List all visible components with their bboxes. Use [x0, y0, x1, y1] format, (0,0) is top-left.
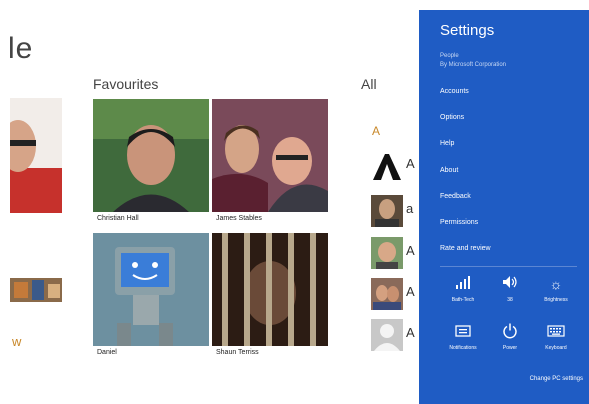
contact-photo	[93, 99, 209, 212]
network-label: Bath-Tech	[451, 297, 475, 303]
contact-list-item[interactable]: A	[371, 237, 421, 271]
contact-list-item[interactable]: A	[371, 319, 421, 353]
favourites-heading[interactable]: Favourites	[93, 76, 158, 92]
volume-label: 38	[507, 297, 513, 303]
app-title: le	[8, 32, 34, 65]
favourite-name: James Stables	[216, 215, 262, 222]
contact-initial: A	[406, 325, 415, 340]
notifications-button[interactable]: Notifications	[439, 323, 487, 357]
network-button[interactable]: Bath-Tech	[439, 275, 487, 309]
volume-button[interactable]: 38	[486, 275, 534, 309]
partial-contact-photo[interactable]	[10, 98, 62, 213]
menu-item-rate-and-review[interactable]: Rate and review	[440, 245, 491, 252]
group-letter[interactable]: w	[12, 334, 21, 349]
contact-photo	[212, 233, 328, 346]
menu-item-about[interactable]: About	[440, 167, 458, 174]
settings-app-info: People By Microsoft Corporation	[440, 52, 506, 70]
settings-charm: Settings People By Microsoft Corporation…	[419, 10, 589, 404]
app-publisher: By Microsoft Corporation	[440, 62, 507, 68]
favourite-name: Daniel	[97, 349, 117, 356]
contact-avatar	[371, 150, 403, 182]
contact-initial: A	[406, 156, 415, 171]
favourite-tile[interactable]: Daniel	[93, 233, 209, 363]
keyboard-label: Keyboard	[545, 345, 567, 351]
contact-initial: A	[406, 284, 415, 299]
power-button[interactable]: Power	[486, 323, 534, 357]
contact-avatar	[371, 278, 403, 310]
partial-contact-strip[interactable]	[10, 278, 62, 302]
notifications-label: Notifications	[449, 345, 477, 351]
power-icon	[486, 323, 534, 341]
notifications-icon	[439, 323, 487, 341]
menu-item-permissions[interactable]: Permissions	[440, 219, 478, 226]
change-pc-settings-link[interactable]: Change PC settings	[530, 376, 583, 382]
favourite-name: Christian Hall	[97, 215, 139, 222]
favourite-tile[interactable]: Christian Hall	[93, 99, 209, 229]
app-name: People	[440, 53, 459, 59]
contact-list-item[interactable]: A	[371, 278, 421, 312]
contact-list-item[interactable]: a	[371, 195, 421, 229]
menu-item-options[interactable]: Options	[440, 114, 464, 121]
menu-item-accounts[interactable]: Accounts	[440, 88, 469, 95]
contact-photo	[212, 99, 328, 212]
contact-avatar	[371, 195, 403, 227]
favourite-name: Shaun Terriss	[216, 349, 259, 356]
favourite-tile[interactable]: Shaun Terriss	[212, 233, 328, 363]
settings-title: Settings	[440, 22, 495, 39]
keyboard-icon	[532, 323, 580, 341]
contact-initial: a	[406, 201, 414, 216]
brightness-icon: ☼	[549, 276, 563, 292]
brightness-button[interactable]: ☼ Brightness	[532, 275, 580, 309]
contact-avatar	[371, 237, 403, 269]
keyboard-button[interactable]: Keyboard	[532, 323, 580, 357]
signal-icon	[439, 275, 487, 293]
divider	[440, 266, 577, 267]
all-heading[interactable]: All	[361, 76, 377, 92]
menu-item-feedback[interactable]: Feedback	[440, 193, 471, 200]
volume-icon	[486, 275, 534, 293]
brightness-label: Brightness	[544, 297, 568, 303]
power-label: Power	[502, 345, 518, 351]
contact-initial: A	[406, 243, 415, 258]
contact-avatar	[371, 319, 403, 351]
contact-photo	[93, 233, 209, 346]
group-letter[interactable]: A	[372, 124, 380, 138]
contact-list-item[interactable]: A	[371, 150, 421, 184]
favourite-tile[interactable]: James Stables	[212, 99, 328, 229]
menu-item-help[interactable]: Help	[440, 140, 454, 147]
